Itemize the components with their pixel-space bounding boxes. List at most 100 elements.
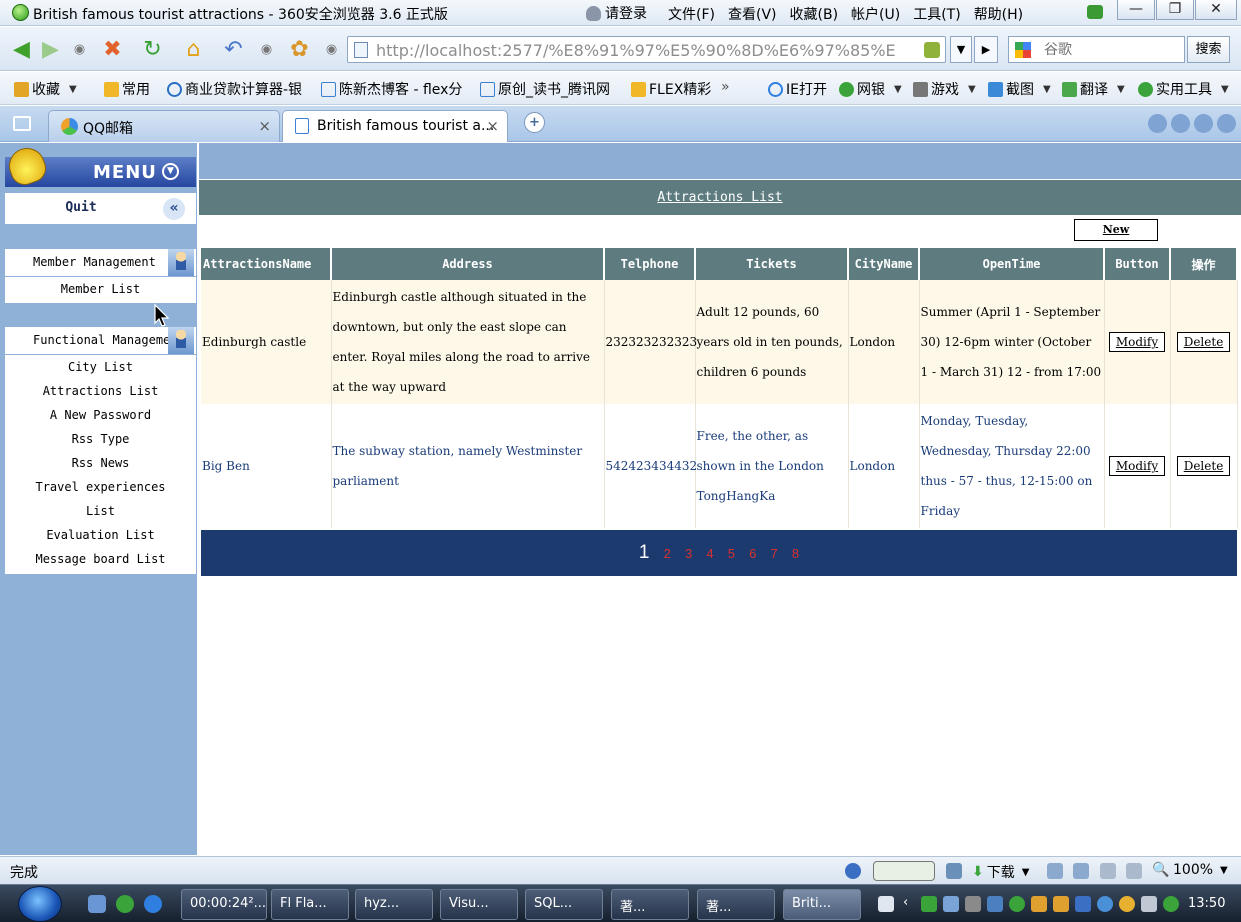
start-button[interactable] (18, 886, 62, 922)
quick-launch-icon[interactable] (88, 895, 106, 913)
skin-icon[interactable] (1087, 5, 1103, 19)
menu-tools[interactable]: 工具(T) (913, 4, 960, 24)
page-link-8[interactable]: 8 (792, 546, 799, 561)
login-link[interactable]: 请登录 (586, 3, 647, 23)
page-link-3[interactable]: 3 (685, 546, 692, 561)
close-window-button[interactable]: ✕ (1195, 0, 1237, 20)
favorites-menu[interactable]: 收藏 ▼ (14, 79, 77, 99)
page-link-1[interactable]: 1 (639, 542, 650, 564)
tray-app-icon[interactable] (943, 896, 959, 912)
modify-button[interactable]: Modify (1108, 332, 1166, 352)
tray-app-icon[interactable] (1119, 896, 1135, 912)
search-input[interactable] (1044, 40, 1179, 60)
menu-account[interactable]: 帐户(U) (851, 4, 900, 24)
paw-dropdown-icon[interactable]: ◉ (318, 36, 345, 63)
paw-icon[interactable]: ✿ (286, 36, 313, 63)
translate-menu[interactable]: 翻译 ▼ (1062, 79, 1125, 99)
history-dropdown-icon[interactable]: ◉ (66, 36, 93, 63)
modify-button[interactable]: Modify (1108, 456, 1166, 476)
go-button[interactable]: ▶ (974, 36, 998, 63)
zoom-dropdown-icon[interactable]: ▼ (1220, 865, 1228, 876)
search-engine-icon[interactable] (1015, 42, 1031, 58)
more-favorites-button[interactable]: » (721, 79, 730, 95)
tray-expand-icon[interactable]: ‹ (903, 895, 908, 910)
sidebar-item-message-board-list[interactable]: Message board List (5, 547, 196, 571)
menu-file[interactable]: 文件(F) (668, 4, 715, 24)
page-link-7[interactable]: 7 (770, 546, 777, 561)
ie-quick-launch-icon[interactable] (144, 895, 162, 913)
speaker-icon[interactable] (1126, 863, 1142, 879)
taskbar-item-flash[interactable]: Fl Fla... (271, 889, 349, 920)
new-attraction-button[interactable]: New (1074, 219, 1158, 241)
tab-list-icon[interactable] (1194, 114, 1213, 133)
delete-button[interactable]: Delete (1176, 332, 1231, 352)
accelerate-icon[interactable] (845, 863, 861, 879)
taskbar-item-timer[interactable]: 00:00:24²... (181, 889, 267, 920)
scroll-right-icon[interactable] (1171, 114, 1190, 133)
screenshot-menu[interactable]: 截图 ▼ (988, 79, 1051, 99)
taskbar-item-player[interactable]: 著... (697, 889, 775, 920)
undo-close-icon[interactable]: ↶ (220, 36, 247, 63)
close-tabs-icon[interactable] (1217, 114, 1236, 133)
minimize-button[interactable]: — (1117, 0, 1155, 20)
tray-qq-icon[interactable] (1053, 896, 1069, 912)
taskbar-item-visual-studio[interactable]: Visu... (440, 889, 518, 920)
ie-open-button[interactable]: IE打开 (768, 79, 827, 99)
undo-dropdown-icon[interactable]: ◉ (253, 36, 280, 63)
url-input[interactable] (376, 39, 896, 61)
zoom-icon[interactable]: 🔍 (1152, 862, 1169, 878)
refresh-icon[interactable]: ↻ (139, 36, 166, 63)
sidebar-item-rss-type[interactable]: Rss Type (5, 427, 196, 451)
menu-favorites[interactable]: 收藏(B) (790, 4, 839, 24)
tab-qq-mail[interactable]: QQ邮箱 × (48, 110, 280, 142)
maximize-button[interactable]: ❐ (1156, 0, 1194, 20)
forward-arrow-icon[interactable]: ▶ (37, 36, 64, 63)
favorite-item-common[interactable]: 常用 (104, 79, 150, 99)
taskbar-item-sql[interactable]: SQL... (525, 889, 603, 920)
taskbar-item-hyz[interactable]: hyz... (355, 889, 433, 920)
clock[interactable]: 13:50 (1188, 896, 1225, 911)
tab-close-icon[interactable]: × (486, 117, 499, 135)
tab-close-icon[interactable]: × (258, 117, 271, 135)
sidebar-item-city-list[interactable]: City List (5, 355, 196, 379)
tray-shield-icon[interactable] (1163, 896, 1179, 912)
tray-app-icon[interactable] (1097, 896, 1113, 912)
new-tab-icon[interactable]: + (524, 112, 545, 133)
sidebar-item-attractions-list[interactable]: Attractions List (5, 379, 196, 403)
scroll-left-icon[interactable] (1148, 114, 1167, 133)
page-link-6[interactable]: 6 (749, 546, 756, 561)
tray-app-icon[interactable] (1141, 896, 1157, 912)
ime-icon[interactable] (878, 896, 894, 912)
tray-app-icon[interactable] (1009, 896, 1025, 912)
page-icon[interactable] (1047, 863, 1063, 879)
browser-quick-launch-icon[interactable] (116, 895, 134, 913)
delete-button[interactable]: Delete (1176, 456, 1231, 476)
tray-app-icon[interactable] (1075, 896, 1091, 912)
sidebar-item-rss-news[interactable]: Rss News (5, 451, 196, 475)
panel-icon[interactable] (1100, 863, 1116, 879)
menu-view[interactable]: 查看(V) (728, 4, 777, 24)
taskbar-item-browser[interactable]: Briti... (783, 889, 861, 920)
tab-british-attractions[interactable]: British famous tourist a... × (282, 110, 508, 142)
clipboard-icon[interactable] (1073, 863, 1089, 879)
chevron-down-icon[interactable]: ▼ (162, 163, 179, 180)
back-arrow-icon[interactable]: ◀ (8, 36, 35, 63)
member-management-header[interactable]: Member Management (5, 249, 196, 276)
page-link-2[interactable]: 2 (664, 546, 671, 561)
sidebar-item-evaluation-list[interactable]: Evaluation List (5, 523, 196, 547)
sidebar-item-travel-experiences[interactable]: Travel experiences (5, 475, 196, 499)
sidebar-item-travel-experiences-list[interactable]: List (5, 499, 196, 523)
favorite-item-blog[interactable]: 陈新杰博客 - flex分 (321, 79, 462, 99)
tray-app-icon[interactable] (965, 896, 981, 912)
home-icon[interactable]: ⌂ (180, 36, 207, 63)
tray-app-icon[interactable] (987, 896, 1003, 912)
page-link-4[interactable]: 4 (706, 546, 713, 561)
window-icon[interactable] (946, 863, 962, 879)
stop-icon[interactable]: ✖ (99, 36, 126, 63)
search-button[interactable]: 搜索 (1187, 36, 1230, 63)
functional-management-header[interactable]: Functional Management (5, 327, 196, 354)
tray-qq-icon[interactable] (1031, 896, 1047, 912)
utilities-menu[interactable]: 实用工具 ▼ (1138, 79, 1229, 99)
url-dropdown-button[interactable]: ▼ (950, 36, 972, 63)
menu-help[interactable]: 帮助(H) (974, 4, 1023, 24)
